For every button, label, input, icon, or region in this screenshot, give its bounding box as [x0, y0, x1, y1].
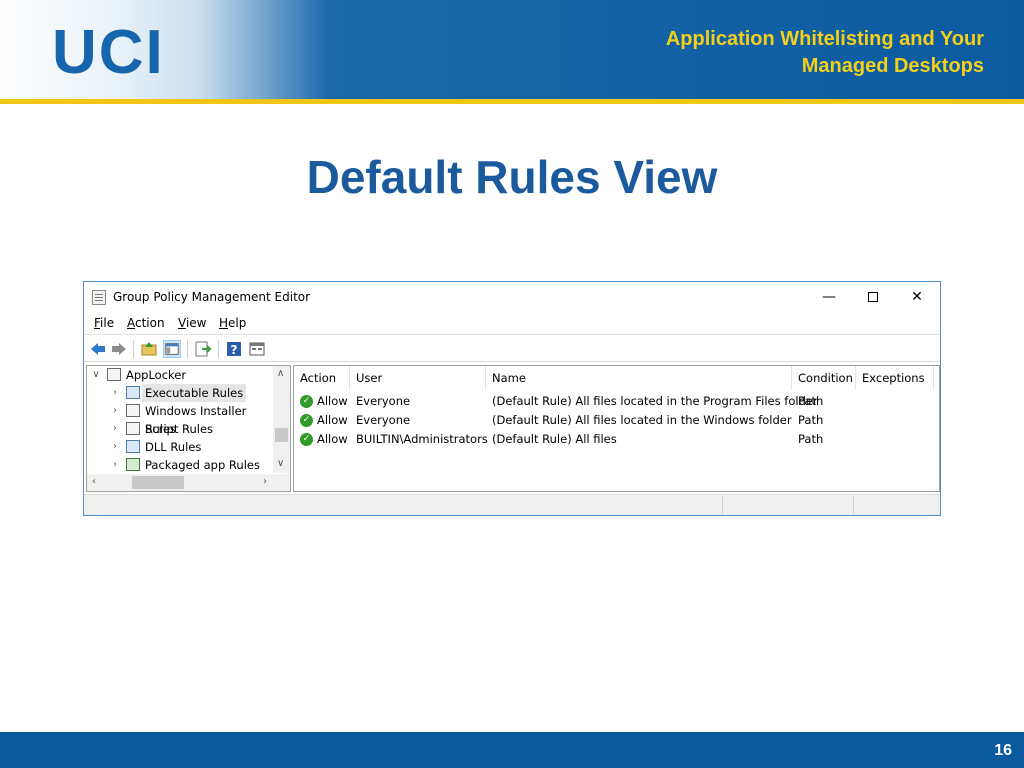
- chevron-right-icon[interactable]: ›: [109, 402, 121, 420]
- header-title-line2: Managed Desktops: [801, 55, 984, 77]
- slide-footer: 16: [0, 732, 1024, 768]
- minimize-button[interactable]: —: [817, 287, 841, 307]
- close-button[interactable]: ✕: [905, 287, 929, 307]
- svg-text:?: ?: [231, 343, 238, 357]
- dll-rules-icon: [126, 440, 140, 453]
- allow-check-icon: ✓: [300, 395, 313, 408]
- tree-item-label: Script Rules: [145, 422, 214, 436]
- tree-item-executable-rules[interactable]: › Executable Rules: [87, 384, 277, 402]
- cell-action: Allow: [317, 394, 348, 408]
- scroll-up-icon[interactable]: ∧: [277, 368, 284, 379]
- column-header-name[interactable]: Name: [486, 366, 792, 390]
- tree-horizontal-scrollbar[interactable]: ‹ ›: [87, 474, 290, 491]
- menu-view[interactable]: View: [178, 316, 206, 330]
- tree-item-label: AppLocker: [126, 368, 187, 382]
- cell-name: (Default Rule) All files: [492, 432, 617, 446]
- back-arrow-icon[interactable]: [89, 340, 107, 358]
- maximize-button[interactable]: [861, 287, 885, 307]
- slide-header: UCI Application Whitelisting and Your Ma…: [0, 0, 1024, 99]
- column-header-action[interactable]: Action: [294, 366, 350, 390]
- gpme-app-icon: [92, 290, 106, 305]
- column-header-user[interactable]: User: [350, 366, 486, 390]
- cell-user: BUILTIN\Administrators: [356, 432, 488, 446]
- executable-rules-icon: [126, 386, 140, 399]
- forward-arrow-icon[interactable]: [110, 340, 128, 358]
- scrollbar-thumb[interactable]: [132, 476, 184, 489]
- table-row[interactable]: ✓ Allow Everyone (Default Rule) All file…: [294, 392, 939, 411]
- status-divider: [853, 497, 854, 514]
- cell-user: Everyone: [356, 413, 411, 427]
- cell-action: Allow: [317, 432, 348, 446]
- tree-item-applocker[interactable]: ∨ AppLocker: [87, 366, 277, 384]
- table-row[interactable]: ✓ Allow BUILTIN\Administrators (Default …: [294, 430, 939, 449]
- column-header-exceptions[interactable]: Exceptions: [856, 366, 934, 390]
- header-title-line1: Application Whitelisting and Your: [665, 28, 984, 50]
- rules-list: Action User Name Condition Exceptions ✓ …: [293, 365, 940, 492]
- tree-item-label: DLL Rules: [145, 440, 202, 454]
- help-icon[interactable]: ?: [225, 340, 243, 358]
- page-number: 16: [994, 742, 1012, 759]
- tree-item-packaged-app-rules[interactable]: › Packaged app Rules: [87, 456, 277, 474]
- cell-condition: Path: [798, 432, 824, 446]
- chevron-down-icon[interactable]: ∨: [90, 366, 102, 384]
- cell-action: Allow: [317, 413, 348, 427]
- uci-logo: UCI: [52, 18, 165, 87]
- tree-vertical-scrollbar[interactable]: ∧ ∨: [273, 366, 290, 473]
- column-header-condition[interactable]: Condition: [792, 366, 856, 390]
- slide-title: Default Rules View: [306, 151, 718, 203]
- header-accent-stripe: [0, 99, 1024, 104]
- scroll-right-icon[interactable]: ›: [263, 476, 267, 487]
- cell-condition: Path: [798, 413, 824, 427]
- window-titlebar[interactable]: Group Policy Management Editor — ✕: [84, 282, 940, 312]
- properties-icon[interactable]: [248, 340, 266, 358]
- tree-item-label: Executable Rules: [142, 384, 247, 402]
- toolbar-separator: [133, 340, 134, 358]
- chevron-right-icon[interactable]: ›: [109, 420, 121, 438]
- applocker-icon: [107, 368, 121, 381]
- installer-rules-icon: [126, 404, 140, 417]
- tree-item-script-rules[interactable]: › Script Rules: [87, 420, 277, 438]
- packaged-app-rules-icon: [126, 458, 140, 471]
- toolbar-separator: [187, 340, 188, 358]
- chevron-right-icon[interactable]: ›: [109, 456, 121, 474]
- scroll-down-icon[interactable]: ∨: [277, 458, 284, 469]
- menu-file[interactable]: File: [94, 316, 114, 330]
- menu-bar: File Action View Help: [84, 312, 940, 334]
- status-bar: [84, 494, 940, 515]
- show-hide-tree-icon[interactable]: [163, 340, 181, 358]
- tree-item-windows-installer-rules[interactable]: › Windows Installer Rules: [87, 402, 277, 436]
- export-list-icon[interactable]: [194, 340, 212, 358]
- up-folder-icon[interactable]: [140, 340, 158, 358]
- maximize-icon: [868, 292, 878, 302]
- cell-name: (Default Rule) All files located in the …: [492, 413, 792, 427]
- toolbar: ?: [84, 334, 940, 362]
- table-row[interactable]: ✓ Allow Everyone (Default Rule) All file…: [294, 411, 939, 430]
- tree-item-dll-rules[interactable]: › DLL Rules: [87, 438, 277, 456]
- allow-check-icon: ✓: [300, 433, 313, 446]
- cell-condition: Path: [798, 394, 824, 408]
- toolbar-separator: [218, 340, 219, 358]
- menu-action[interactable]: Action: [127, 316, 165, 330]
- window-title: Group Policy Management Editor: [113, 290, 311, 304]
- header-title: Application Whitelisting and Your Manage…: [564, 26, 984, 80]
- console-tree: ∨ AppLocker › Executable Rules › Windows…: [86, 365, 291, 492]
- allow-check-icon: ✓: [300, 414, 313, 427]
- scroll-left-icon[interactable]: ‹: [92, 476, 96, 487]
- chevron-right-icon[interactable]: ›: [109, 384, 121, 402]
- tree-item-label: Packaged app Rules: [145, 458, 260, 472]
- chevron-right-icon[interactable]: ›: [109, 438, 121, 456]
- scrollbar-thumb[interactable]: [275, 428, 288, 442]
- script-rules-icon: [126, 422, 140, 435]
- cell-user: Everyone: [356, 394, 411, 408]
- cell-name: (Default Rule) All files located in the …: [492, 394, 818, 408]
- gpme-window: Group Policy Management Editor — ✕ File …: [83, 281, 941, 516]
- status-divider: [722, 497, 723, 514]
- menu-help[interactable]: Help: [219, 316, 246, 330]
